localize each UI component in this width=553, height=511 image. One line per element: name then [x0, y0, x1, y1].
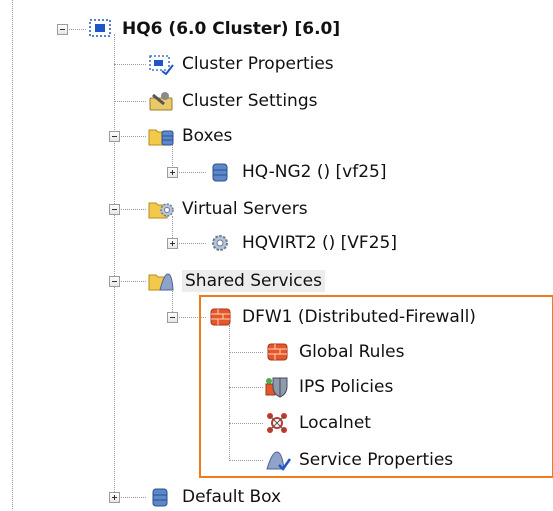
shield-icon — [265, 376, 291, 398]
firewall-icon — [265, 341, 291, 363]
tree-node-service-properties[interactable]: Service Properties — [265, 446, 453, 474]
default-box-expand-toggle[interactable] — [109, 492, 120, 503]
virtual-servers-collapse-toggle[interactable] — [109, 204, 120, 215]
localnet-label: Localnet — [299, 413, 371, 433]
ips-policies-label: IPS Policies — [299, 377, 394, 397]
tree-node-shared-services[interactable]: Shared Services — [148, 267, 325, 295]
folder-gear-icon — [148, 198, 174, 220]
properties-icon — [148, 53, 174, 75]
boxes-collapse-toggle[interactable] — [109, 131, 120, 142]
hqvirt2-expand-toggle[interactable] — [167, 238, 178, 249]
dfw1-collapse-toggle[interactable] — [167, 312, 178, 323]
cluster-icon — [88, 18, 114, 40]
folder-service-icon — [148, 270, 174, 292]
folder-database-icon — [148, 125, 174, 147]
root-collapse-toggle[interactable] — [57, 24, 68, 35]
tree-node-virtual-servers[interactable]: Virtual Servers — [148, 195, 308, 223]
database-icon — [148, 486, 174, 508]
boxes-label: Boxes — [182, 126, 233, 146]
tree-node-cluster-settings[interactable]: Cluster Settings — [148, 87, 317, 115]
shared-services-label: Shared Services — [182, 270, 325, 292]
tree-node-root[interactable]: HQ6 (6.0 Cluster) [6.0] — [88, 15, 340, 43]
dfw1-label: DFW1 (Distributed-Firewall) — [242, 307, 476, 327]
tree-node-hqvirt2[interactable]: HQVIRT2 () [VF25] — [208, 229, 397, 257]
tree-node-cluster-properties[interactable]: Cluster Properties — [148, 50, 334, 78]
firewall-icon — [208, 306, 234, 328]
default-box-label: Default Box — [182, 487, 282, 507]
tree-node-global-rules[interactable]: Global Rules — [265, 338, 405, 366]
hq-ng2-expand-toggle[interactable] — [167, 167, 178, 178]
settings-icon — [148, 90, 174, 112]
tree-node-hq-ng2[interactable]: HQ-NG2 () [vf25] — [208, 158, 387, 186]
tree-node-dfw1[interactable]: DFW1 (Distributed-Firewall) — [208, 303, 476, 331]
database-icon — [208, 161, 234, 183]
cluster-settings-label: Cluster Settings — [182, 91, 318, 111]
gear-icon — [208, 232, 234, 254]
cluster-properties-label: Cluster Properties — [182, 54, 334, 74]
service-properties-label: Service Properties — [299, 450, 454, 470]
tree-node-default-box[interactable]: Default Box — [148, 483, 281, 511]
root-label: HQ6 (6.0 Cluster) [6.0] — [122, 19, 341, 39]
network-icon — [265, 412, 291, 434]
virtual-servers-label: Virtual Servers — [182, 199, 308, 219]
service-properties-icon — [265, 449, 291, 471]
tree-node-localnet[interactable]: Localnet — [265, 409, 371, 437]
tree-node-ips-policies[interactable]: IPS Policies — [265, 373, 393, 401]
tree-node-boxes[interactable]: Boxes — [148, 122, 232, 150]
shared-services-collapse-toggle[interactable] — [109, 276, 120, 287]
global-rules-label: Global Rules — [299, 342, 405, 362]
hqvirt2-label: HQVIRT2 () [VF25] — [242, 233, 397, 253]
hq-ng2-label: HQ-NG2 () [vf25] — [242, 162, 387, 182]
